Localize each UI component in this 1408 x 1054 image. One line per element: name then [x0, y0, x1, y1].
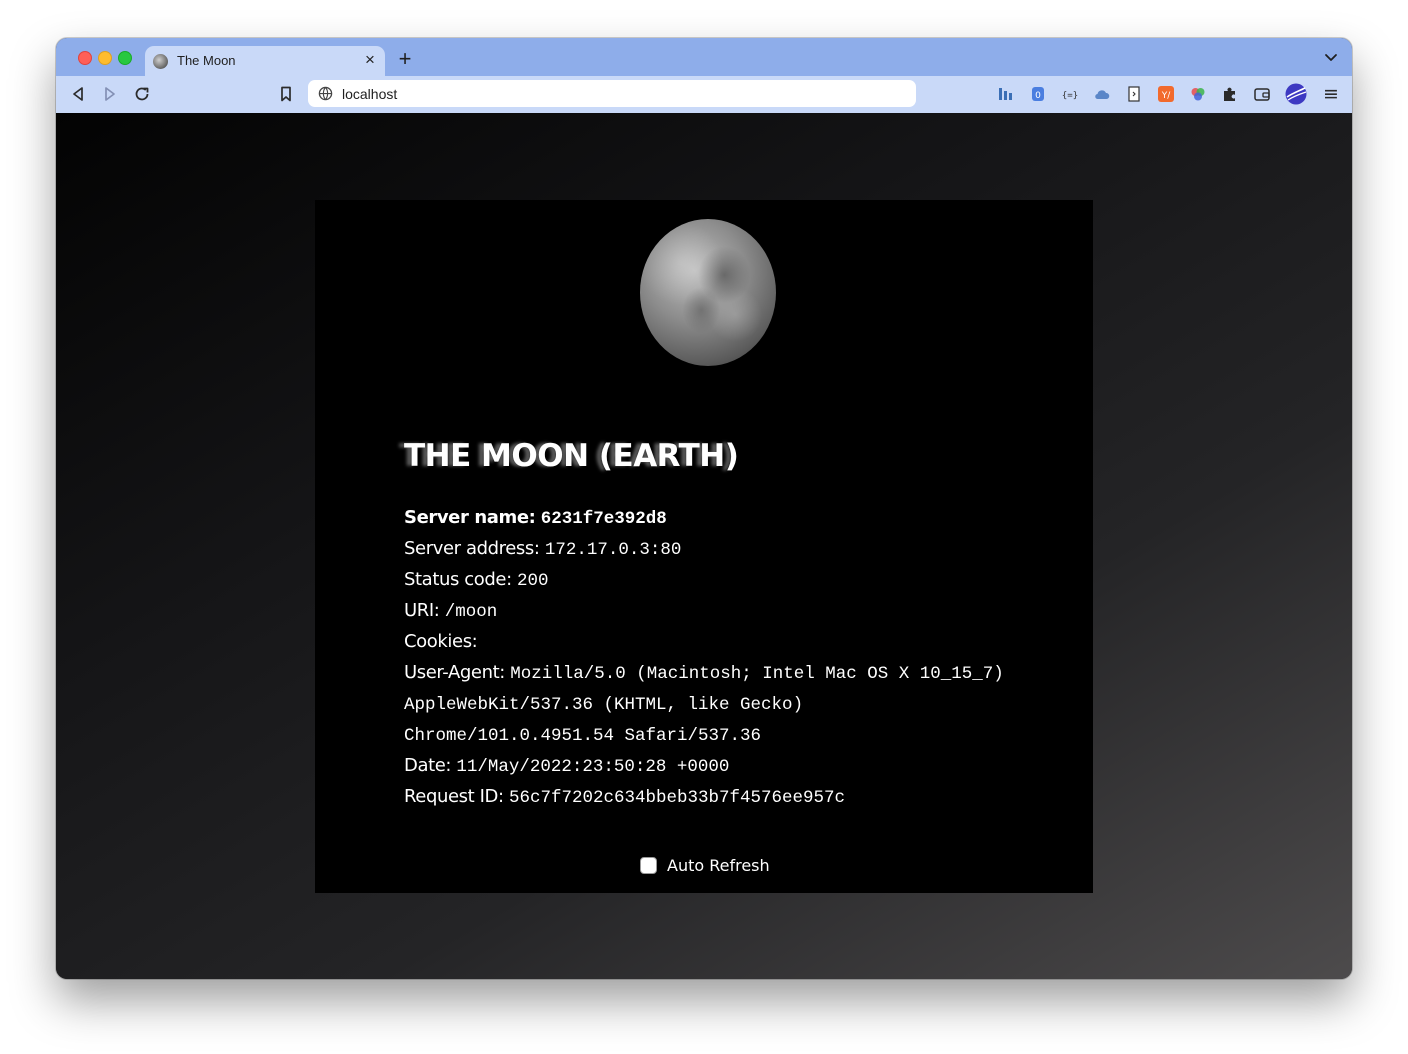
request-id-value: 56c7f7202c634bbeb33b7f4576ee957c — [508, 788, 846, 808]
request-id-label: Request ID: — [404, 786, 504, 807]
globe-icon — [318, 86, 333, 101]
server-address-row: Server address: 172.17.0.3:80 — [404, 534, 1004, 565]
tab-strip: The Moon × + — [56, 38, 1352, 76]
svg-text:{=}: {=} — [1062, 91, 1078, 101]
status-code-row: Status code: 200 — [404, 565, 1004, 596]
date-value: 11/May/2022:23:50:28 +0000 — [456, 757, 730, 777]
wallet-icon[interactable] — [1253, 85, 1271, 103]
user-agent-row: User-Agent: Mozilla/5.0 (Macintosh; Inte… — [404, 658, 1004, 751]
moon-favicon-icon — [153, 54, 168, 69]
status-code-label: Status code: — [404, 569, 512, 590]
server-name-value: 6231f7e392d8 — [540, 509, 667, 529]
tab-the-moon[interactable]: The Moon × — [145, 46, 385, 76]
chart-icon[interactable] — [997, 85, 1015, 103]
profile-icon[interactable] — [1285, 83, 1307, 105]
browser-toolbar: localhost 0 {=} Y/ ≡ — [56, 76, 1352, 113]
auto-refresh-checkbox[interactable] — [640, 856, 657, 874]
server-address-value: 172.17.0.3:80 — [544, 540, 682, 560]
document-icon[interactable] — [1125, 85, 1143, 103]
date-label: Date: — [404, 755, 452, 776]
forward-arrow-icon[interactable] — [100, 84, 120, 104]
translate-icon[interactable]: Y/ — [1157, 85, 1175, 103]
server-name-label: Server name: — [404, 507, 536, 528]
reload-icon[interactable] — [132, 84, 152, 104]
address-text: localhost — [342, 86, 398, 102]
server-address-label: Server address: — [404, 538, 540, 559]
info-card: THE MOON (EARTH) Server name: 6231f7e392… — [315, 200, 1093, 893]
moon-image — [640, 219, 776, 366]
server-name-row: Server name: 6231f7e392d8 — [404, 503, 1004, 534]
cookies-label: Cookies: — [404, 631, 478, 652]
browser-menu-icon[interactable]: ≡ — [1323, 84, 1339, 104]
bookmark-icon[interactable] — [276, 84, 296, 104]
server-info: Server name: 6231f7e392d8 Server address… — [404, 503, 1004, 813]
back-arrow-icon[interactable] — [68, 84, 88, 104]
json-icon[interactable]: {=} — [1061, 85, 1079, 103]
status-code-value: 200 — [517, 571, 549, 591]
cloud-icon[interactable] — [1093, 85, 1111, 103]
shield-icon[interactable]: 0 — [1029, 85, 1047, 103]
cookies-row: Cookies: — [404, 627, 1004, 658]
uri-label: URI: — [404, 600, 440, 621]
page-content: THE MOON (EARTH) Server name: 6231f7e392… — [56, 113, 1352, 979]
tab-search-chevron-icon[interactable] — [1324, 52, 1338, 64]
auto-refresh-label: Auto Refresh — [667, 855, 770, 875]
svg-text:0: 0 — [1035, 91, 1041, 101]
address-bar[interactable]: localhost — [308, 80, 916, 107]
uri-row: URI: /moon — [404, 596, 1004, 627]
auto-refresh-control[interactable]: Auto Refresh — [640, 854, 770, 876]
user-agent-label: User-Agent: — [404, 662, 505, 683]
minimize-window-button[interactable] — [98, 51, 112, 65]
close-window-button[interactable] — [78, 51, 92, 65]
new-tab-button[interactable]: + — [395, 48, 415, 70]
tab-close-button[interactable]: × — [361, 51, 379, 69]
request-id-row: Request ID: 56c7f7202c634bbeb33b7f4576ee… — [404, 782, 1004, 813]
color-wheel-icon[interactable] — [1189, 85, 1207, 103]
browser-window: The Moon × + localhost 0 {=} Y/ ≡ THE MO… — [56, 38, 1352, 979]
uri-value: /moon — [444, 602, 498, 622]
maximize-window-button[interactable] — [118, 51, 132, 65]
svg-text:Y/: Y/ — [1161, 91, 1171, 101]
date-row: Date: 11/May/2022:23:50:28 +0000 — [404, 751, 1004, 782]
puzzle-icon[interactable] — [1221, 85, 1239, 103]
tab-title: The Moon — [177, 53, 236, 68]
page-title: THE MOON (EARTH) — [404, 438, 739, 474]
